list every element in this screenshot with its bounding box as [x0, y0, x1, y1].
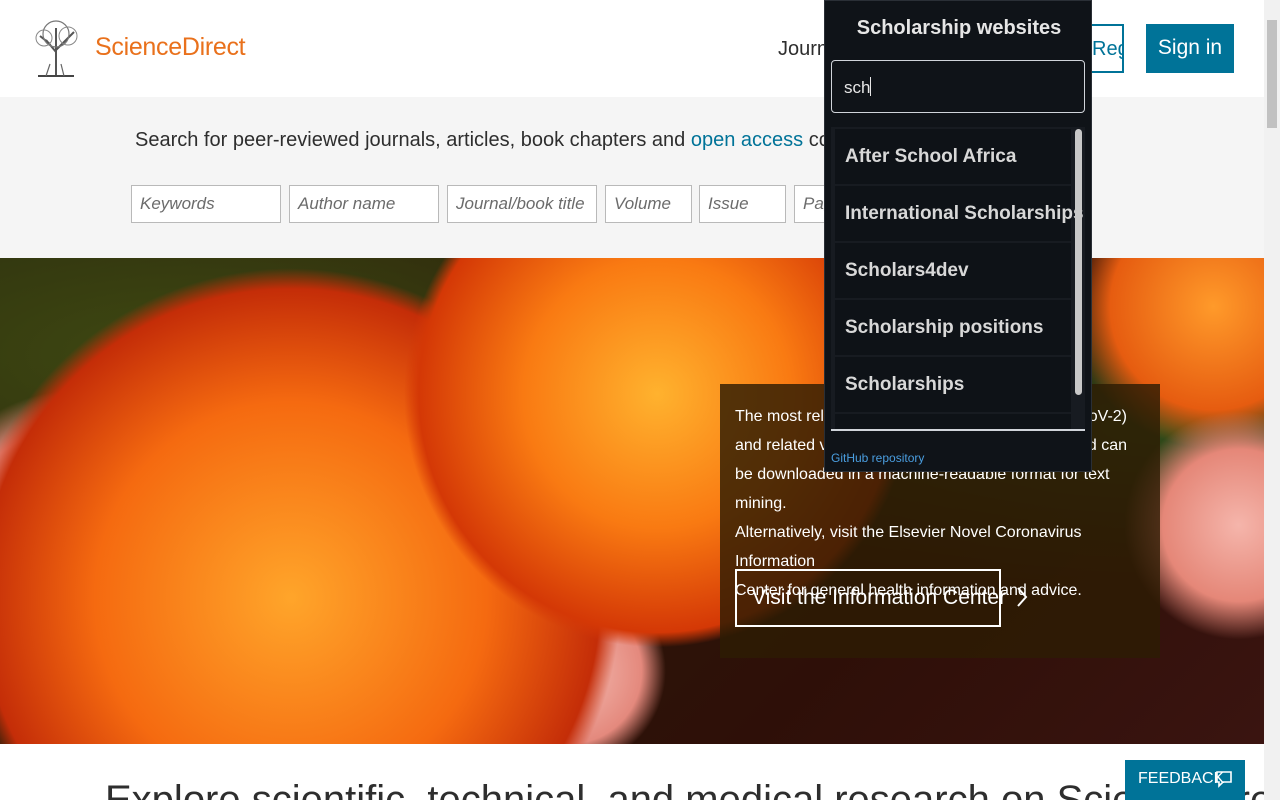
author-name-input[interactable]: Author name [289, 185, 439, 223]
page-scroll-thumb[interactable] [1267, 20, 1277, 128]
hero-line-1-end: oV-2) [1088, 408, 1127, 425]
result-item-scholars4dev[interactable]: Scholars4dev [835, 243, 1071, 298]
journal-title-input[interactable]: Journal/book title [447, 185, 597, 223]
search-intro-before: Search for peer-reviewed journals, artic… [135, 129, 691, 151]
result-item-after-school-africa[interactable]: After School Africa [835, 129, 1071, 184]
volume-input[interactable]: Volume [605, 185, 692, 223]
github-repository-link[interactable]: GitHub repository [831, 451, 924, 465]
feedback-button[interactable]: FEEDBACK [1125, 760, 1245, 800]
feedback-label: FEEDBACK [1138, 770, 1225, 787]
popup-query-text: sch [844, 78, 871, 97]
sign-in-button[interactable]: Sign in [1146, 24, 1234, 73]
result-item-scholarships[interactable]: Scholarships [835, 357, 1071, 412]
result-item-partial[interactable] [835, 414, 1071, 429]
hero-line-2: and related vir [735, 437, 837, 454]
explore-headline: Explore scientific, technical, and medic… [105, 778, 1280, 800]
search-intro-text: Search for peer-reviewed journals, artic… [135, 129, 880, 152]
chevron-right-icon [1017, 587, 1028, 607]
keywords-input[interactable]: Keywords [131, 185, 281, 223]
hero-line-4: Alternatively, visit the Elsevier Novel … [735, 524, 1082, 570]
popup-search-input[interactable]: sch [831, 60, 1085, 113]
page-scrollbar[interactable] [1264, 0, 1280, 800]
cta-label: Visit the Information Center [752, 586, 1007, 609]
popup-list-scrollbar[interactable] [1075, 129, 1082, 395]
brand-name[interactable]: ScienceDirect [95, 33, 246, 62]
popup-results-list: After School Africa International Schola… [831, 127, 1085, 431]
scholarship-extension-popup: Scholarship websites sch After School Af… [824, 0, 1092, 472]
issue-input[interactable]: Issue [699, 185, 786, 223]
visit-information-center-button[interactable]: Visit the Information Center [735, 569, 1028, 627]
result-item-international-scholarships[interactable]: International Scholarships [835, 186, 1084, 241]
speech-bubble-icon [1216, 771, 1232, 788]
open-access-link[interactable]: open access [691, 129, 803, 151]
popup-title: Scholarship websites [856, 17, 1062, 39]
result-item-scholarship-positions[interactable]: Scholarship positions [835, 300, 1071, 355]
elsevier-tree-logo[interactable] [28, 18, 84, 80]
text-caret [870, 77, 872, 96]
